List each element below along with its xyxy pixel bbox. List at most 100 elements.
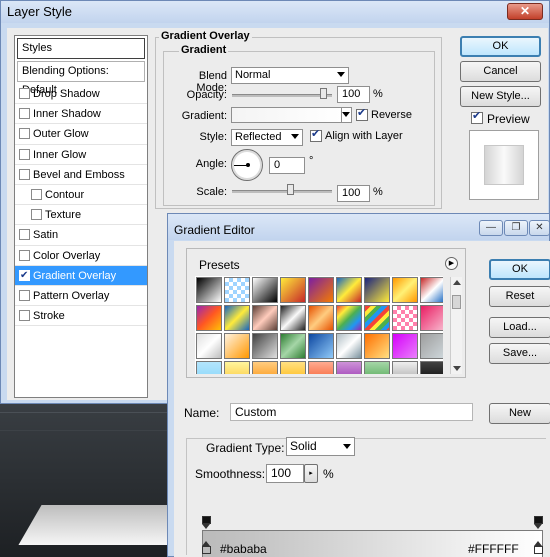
load-button[interactable]: Load...: [489, 317, 550, 338]
scroll-up-icon[interactable]: [453, 280, 461, 285]
preset-swatch[interactable]: [392, 277, 418, 303]
preset-swatch[interactable]: [392, 361, 418, 374]
new-style-button[interactable]: New Style...: [460, 86, 541, 107]
style-item[interactable]: Pattern Overlay: [15, 286, 147, 307]
preset-swatch[interactable]: [224, 305, 250, 331]
blending-options-item[interactable]: Blending Options: Default: [17, 61, 145, 96]
gradient-editor-titlebar[interactable]: Gradient Editor — ❐ ✕: [168, 214, 550, 240]
preset-swatch[interactable]: [336, 333, 362, 359]
preset-swatch[interactable]: [280, 277, 306, 303]
preview-checkbox[interactable]: [471, 109, 483, 124]
presets-menu-icon[interactable]: ▶: [445, 257, 458, 270]
ok-button[interactable]: OK: [489, 259, 550, 280]
style-item-checkbox[interactable]: [19, 148, 30, 160]
style-item[interactable]: Inner Shadow: [15, 104, 147, 125]
preset-swatch[interactable]: [196, 333, 222, 359]
preset-swatch[interactable]: [420, 305, 443, 331]
scale-slider[interactable]: [232, 190, 332, 193]
scale-slider-thumb[interactable]: [287, 184, 294, 195]
style-item-checkbox[interactable]: [19, 266, 30, 286]
style-item[interactable]: Color Overlay: [15, 246, 147, 266]
gradient-name-input[interactable]: Custom: [230, 403, 473, 421]
scroll-thumb[interactable]: [452, 295, 461, 309]
style-item-checkbox[interactable]: [19, 249, 30, 261]
opacity-stop-left[interactable]: [202, 516, 211, 529]
style-item-checkbox[interactable]: [19, 229, 30, 241]
style-item[interactable]: Gradient Overlay: [15, 265, 147, 286]
preset-swatch[interactable]: [364, 305, 390, 331]
preset-swatch[interactable]: [420, 333, 443, 359]
preset-swatch[interactable]: [336, 361, 362, 374]
preset-swatch[interactable]: [420, 277, 443, 303]
angle-input[interactable]: 0: [269, 157, 305, 174]
ok-button[interactable]: OK: [460, 36, 541, 57]
preset-swatch[interactable]: [336, 305, 362, 331]
color-stop-right[interactable]: [534, 541, 543, 554]
style-dropdown[interactable]: Reflected: [231, 129, 303, 146]
style-item[interactable]: Drop Shadow: [15, 84, 147, 105]
style-item[interactable]: Outer Glow: [15, 124, 147, 145]
angle-dial[interactable]: [231, 149, 263, 181]
scale-input[interactable]: 100: [337, 185, 370, 202]
style-item-checkbox[interactable]: [19, 289, 30, 301]
style-item[interactable]: Inner Glow: [15, 145, 147, 165]
preset-swatch[interactable]: [224, 333, 250, 359]
style-item-checkbox[interactable]: [31, 188, 42, 200]
style-item[interactable]: Bevel and Emboss: [15, 165, 147, 185]
layer-style-titlebar[interactable]: Layer Style ✕: [1, 1, 549, 23]
style-item-checkbox[interactable]: [31, 209, 42, 221]
preset-swatch[interactable]: [252, 361, 278, 374]
smoothness-input[interactable]: 100: [266, 464, 304, 483]
color-stop-left[interactable]: [202, 541, 211, 554]
style-item[interactable]: Stroke: [15, 306, 147, 327]
style-item[interactable]: Texture: [15, 205, 147, 226]
align-with-layer-checkbox[interactable]: [310, 127, 322, 142]
preset-swatch[interactable]: [364, 361, 390, 374]
preset-swatch[interactable]: [252, 277, 278, 303]
preset-swatch[interactable]: [420, 361, 443, 374]
style-item-checkbox[interactable]: [19, 310, 30, 322]
styles-header[interactable]: Styles: [17, 38, 145, 59]
preset-swatch[interactable]: [308, 333, 334, 359]
preset-swatch[interactable]: [392, 333, 418, 359]
preset-swatch[interactable]: [224, 277, 250, 303]
preset-swatch[interactable]: [336, 277, 362, 303]
style-item-checkbox[interactable]: [19, 108, 30, 120]
minimize-icon[interactable]: —: [479, 220, 503, 236]
cancel-button[interactable]: Cancel: [460, 61, 541, 82]
gradient-picker[interactable]: [231, 107, 343, 123]
new-button[interactable]: New: [489, 403, 550, 424]
preset-swatch[interactable]: [364, 333, 390, 359]
opacity-stop-right[interactable]: [534, 516, 543, 529]
opacity-slider[interactable]: [232, 94, 332, 97]
style-item[interactable]: Contour: [15, 185, 147, 206]
gradient-picker-arrow[interactable]: [341, 107, 352, 123]
opacity-input[interactable]: 100: [337, 86, 370, 103]
preset-swatch[interactable]: [308, 277, 334, 303]
preset-swatch[interactable]: [308, 361, 334, 374]
preset-swatch[interactable]: [196, 305, 222, 331]
preset-swatch[interactable]: [196, 277, 222, 303]
preset-swatch[interactable]: [224, 361, 250, 374]
style-item-checkbox[interactable]: [19, 88, 30, 99]
maximize-icon[interactable]: ❐: [504, 220, 528, 236]
blend-mode-dropdown[interactable]: Normal: [231, 67, 349, 84]
gradient-type-dropdown[interactable]: Solid: [286, 437, 355, 456]
opacity-slider-thumb[interactable]: [320, 88, 327, 99]
style-item-checkbox[interactable]: [19, 128, 30, 140]
preset-swatch[interactable]: [364, 277, 390, 303]
close-icon[interactable]: ✕: [507, 3, 543, 20]
preset-swatch[interactable]: [196, 361, 222, 374]
preset-swatch[interactable]: [280, 333, 306, 359]
preset-swatch[interactable]: [252, 305, 278, 331]
scroll-down-icon[interactable]: [453, 366, 461, 371]
style-item-checkbox[interactable]: [19, 168, 30, 180]
presets-scrollbar[interactable]: [450, 277, 462, 374]
style-item[interactable]: Satin: [15, 225, 147, 246]
preset-swatch[interactable]: [280, 305, 306, 331]
reverse-checkbox[interactable]: [356, 106, 368, 121]
preset-swatch[interactable]: [392, 305, 418, 331]
preset-swatch[interactable]: [308, 305, 334, 331]
smoothness-stepper-icon[interactable]: ▸: [304, 464, 318, 483]
reset-button[interactable]: Reset: [489, 286, 550, 307]
